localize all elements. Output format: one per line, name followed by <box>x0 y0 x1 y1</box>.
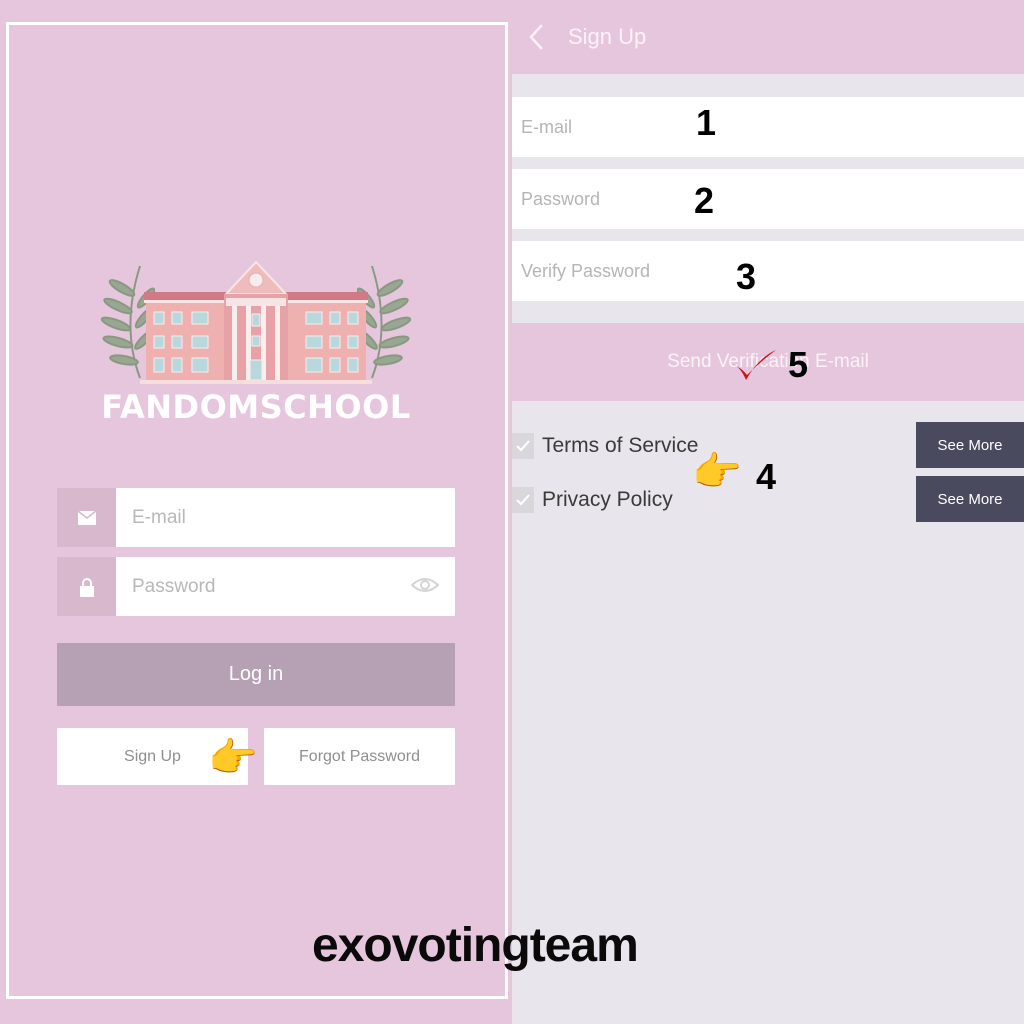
signup-verify-password-input[interactable]: Verify Password <box>512 241 1024 301</box>
signup-email-input[interactable]: E-mail <box>512 97 1024 157</box>
page-title: Sign Up <box>568 24 647 49</box>
watermark-text: exovotingteam <box>312 919 639 972</box>
step-annotation-4: 4 <box>756 456 777 497</box>
signup-label: Sign Up <box>124 747 181 765</box>
step-annotation-1: 1 <box>696 102 717 143</box>
eye-icon[interactable] <box>410 575 440 601</box>
check-icon <box>516 440 530 452</box>
forgot-password-button[interactable]: Forgot Password <box>264 728 455 785</box>
privacy-checkbox[interactable] <box>512 487 534 513</box>
email-field-row: E-mail <box>57 488 455 547</box>
privacy-label: Privacy Policy <box>542 488 673 511</box>
signup-password-input[interactable]: Password <box>512 169 1024 229</box>
terms-label: Terms of Service <box>542 434 699 457</box>
password-placeholder: Password <box>521 188 601 209</box>
pointing-hand-icon: 👉 <box>208 736 258 780</box>
password-placeholder: Password <box>132 575 216 597</box>
signup-screen: Sign Up E-mail Password Verify Password … <box>512 0 1024 1024</box>
chevron-left-icon[interactable] <box>516 0 556 74</box>
step-annotation-5: 5 <box>788 344 809 385</box>
step-annotation-2: 2 <box>694 180 715 221</box>
login-screen: FANDOMSCHOOL E-mail Password Log in Sign… <box>0 0 512 1024</box>
login-button[interactable]: Log in <box>57 643 455 706</box>
verify-password-placeholder: Verify Password <box>521 260 651 281</box>
privacy-see-more-button[interactable]: See More <box>916 476 1024 522</box>
red-checkmark-icon <box>732 350 776 380</box>
brand-name: FANDOMSCHOOL <box>101 388 411 426</box>
privacy-agreement-row: Privacy Policy <box>512 480 673 520</box>
password-field-row: Password <box>57 557 455 616</box>
email-input[interactable]: E-mail <box>116 488 455 547</box>
terms-see-more-button[interactable]: See More <box>916 422 1024 468</box>
school-building-logo-icon <box>100 260 412 384</box>
terms-agreement-row: Terms of Service <box>512 426 698 466</box>
envelope-icon <box>57 488 116 547</box>
email-placeholder: E-mail <box>521 116 573 137</box>
password-input[interactable]: Password <box>116 557 455 616</box>
lock-icon <box>57 557 116 616</box>
pointing-hand-icon: 👉 <box>692 450 742 494</box>
check-icon <box>516 494 530 506</box>
step-annotation-3: 3 <box>736 256 757 297</box>
terms-checkbox[interactable] <box>512 433 534 459</box>
signup-header: Sign Up <box>512 0 1024 74</box>
